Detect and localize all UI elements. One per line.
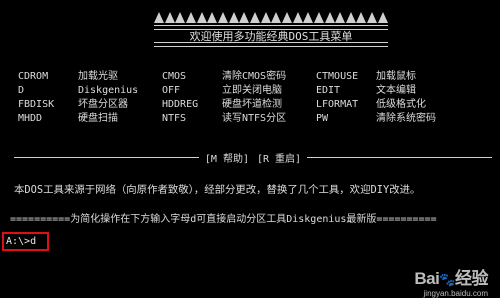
triangle-decoration bbox=[239, 12, 250, 23]
menu-command-key[interactable]: FBDISK bbox=[18, 98, 78, 111]
menu-command-desc: 清除系统密码 bbox=[376, 113, 436, 124]
menu-command-key[interactable]: LFORMAT bbox=[316, 98, 376, 111]
menu-command-key[interactable]: HDDREG bbox=[162, 98, 222, 111]
menu-command-desc: 读写NTFS分区 bbox=[222, 113, 287, 124]
triangle-decoration bbox=[164, 12, 175, 23]
menu-command-key[interactable]: D bbox=[18, 84, 78, 97]
triangle-decoration bbox=[303, 12, 314, 23]
menu-command-desc: 硬盘扫描 bbox=[78, 113, 118, 124]
baidu-logo: Bai🐾经验 bbox=[414, 269, 488, 288]
menu-command-desc: 加载鼠标 bbox=[376, 71, 416, 82]
title-bottom-bar bbox=[154, 42, 388, 47]
triangle-decoration bbox=[367, 12, 378, 23]
divider-line bbox=[307, 157, 492, 158]
triangle-decoration bbox=[260, 12, 271, 23]
baidu-watermark: Bai🐾经验 jingyan.baidu.com bbox=[414, 270, 488, 298]
triangle-decoration bbox=[185, 12, 196, 23]
menu-command-desc: 坏盘分区器 bbox=[78, 99, 128, 110]
triangle-decoration bbox=[324, 12, 335, 23]
prompt-text: A:\>d bbox=[6, 236, 37, 247]
triangle-decoration bbox=[345, 12, 356, 23]
menu-command-desc: 文本编辑 bbox=[376, 85, 416, 96]
triangle-decoration bbox=[377, 12, 388, 23]
triangle-decoration bbox=[207, 12, 218, 23]
menu-command-key[interactable]: CTMOUSE bbox=[316, 70, 376, 83]
menu-command-key[interactable]: NTFS bbox=[162, 112, 222, 125]
menu-command-key[interactable]: OFF bbox=[162, 84, 222, 97]
triangle-decoration bbox=[335, 12, 346, 23]
tip-line: ==========为简化操作在下方输入字母d可直接启动分区工具Diskgeni… bbox=[10, 214, 437, 225]
menu-command-desc: 低级格式化 bbox=[376, 99, 426, 110]
menu-command-key[interactable]: MHDD bbox=[18, 112, 78, 125]
baidu-paw-icon: 🐾 bbox=[439, 272, 455, 287]
help-option[interactable]: [M 帮助] bbox=[201, 150, 253, 165]
triangle-decoration bbox=[281, 12, 292, 23]
divider-row: [M 帮助] [R 重启] bbox=[14, 150, 492, 165]
triangle-decoration bbox=[356, 12, 367, 23]
menu-command-desc: Diskgenius bbox=[78, 85, 139, 96]
triangle-decoration bbox=[313, 12, 324, 23]
title-triangle-border bbox=[154, 12, 388, 26]
triangle-decoration bbox=[292, 12, 303, 23]
tool-menu: CDROM 加载光驱 CMOS 清除CMOS密码 CTMOUSE 加载鼠标 D Diskgen… bbox=[18, 70, 478, 125]
menu-command-key[interactable]: PW bbox=[316, 112, 376, 125]
triangle-decoration bbox=[217, 12, 228, 23]
divider-line bbox=[14, 157, 199, 158]
triangle-decoration bbox=[228, 12, 239, 23]
triangle-decoration bbox=[196, 12, 207, 23]
menu-command-desc: 硬盘坏道检测 bbox=[222, 99, 282, 110]
command-prompt[interactable]: A:\>d bbox=[2, 232, 49, 251]
menu-command-key[interactable]: CDROM bbox=[18, 70, 78, 83]
menu-command-desc: 加载光驱 bbox=[78, 71, 118, 82]
reboot-option[interactable]: [R 重启] bbox=[253, 150, 305, 165]
menu-command-desc: 清除CMOS密码 bbox=[222, 71, 287, 82]
triangle-decoration bbox=[249, 12, 260, 23]
triangle-decoration bbox=[175, 12, 186, 23]
triangle-decoration bbox=[271, 12, 282, 23]
source-note: 本DOS工具来源于网络（向原作者致敬），经部分更改，替换了几个工具，欢迎DIY改… bbox=[14, 184, 421, 196]
menu-command-key[interactable]: EDIT bbox=[316, 84, 376, 97]
menu-command-key[interactable]: CMOS bbox=[162, 70, 222, 83]
menu-command-desc: 立即关闭电脑 bbox=[222, 85, 282, 96]
triangle-decoration bbox=[154, 12, 164, 23]
